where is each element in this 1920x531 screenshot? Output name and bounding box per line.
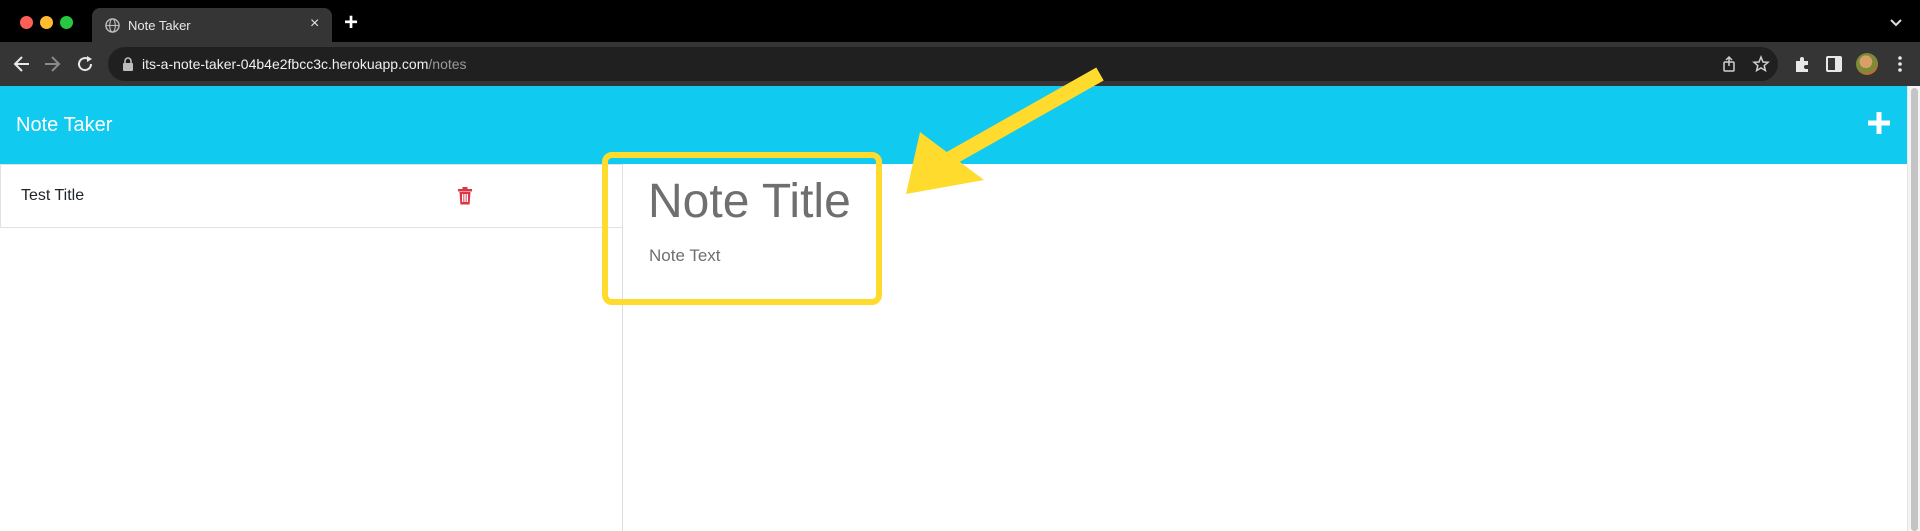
url-domain: its-a-note-taker-04b4e2fbcc3c.herokuapp.… <box>142 56 429 72</box>
tab-title: Note Taker <box>128 18 191 33</box>
forward-arrow-icon[interactable] <box>42 54 62 74</box>
notes-list: Test Title <box>0 164 623 531</box>
list-item[interactable]: Test Title <box>0 164 623 228</box>
note-list-title[interactable]: Test Title <box>21 187 84 205</box>
browser-tab-bar: Note Taker × + <box>0 0 1920 42</box>
reload-icon[interactable] <box>75 54 95 74</box>
app-title[interactable]: Note Taker <box>16 114 112 137</box>
annotation-highlight-box <box>602 152 882 305</box>
more-menu-icon[interactable] <box>1890 54 1910 74</box>
close-window-button[interactable] <box>20 16 33 29</box>
maximize-window-button[interactable] <box>60 16 73 29</box>
side-panel-icon[interactable] <box>1824 54 1844 74</box>
minimize-window-button[interactable] <box>40 16 53 29</box>
new-tab-button[interactable]: + <box>344 11 358 35</box>
extensions-puzzle-icon[interactable] <box>1792 54 1812 74</box>
page-scrollbar[interactable] <box>1907 86 1920 531</box>
back-arrow-icon[interactable] <box>12 54 32 74</box>
browser-tab[interactable]: Note Taker × <box>92 8 332 42</box>
url-path: /notes <box>428 56 467 72</box>
chevron-down-icon[interactable] <box>1888 14 1904 30</box>
tab-close-button[interactable]: × <box>310 16 319 32</box>
annotation-arrow-icon <box>906 67 1104 194</box>
globe-icon <box>105 18 120 33</box>
plus-icon[interactable] <box>1866 110 1892 136</box>
profile-avatar[interactable] <box>1856 53 1878 75</box>
trash-icon[interactable] <box>457 187 473 205</box>
share-icon[interactable] <box>1720 55 1738 73</box>
url-text[interactable]: its-a-note-taker-04b4e2fbcc3c.herokuapp.… <box>142 56 467 72</box>
lock-icon[interactable] <box>122 57 134 71</box>
bookmark-star-icon[interactable] <box>1752 55 1770 73</box>
scrollbar-thumb[interactable] <box>1911 88 1918 531</box>
